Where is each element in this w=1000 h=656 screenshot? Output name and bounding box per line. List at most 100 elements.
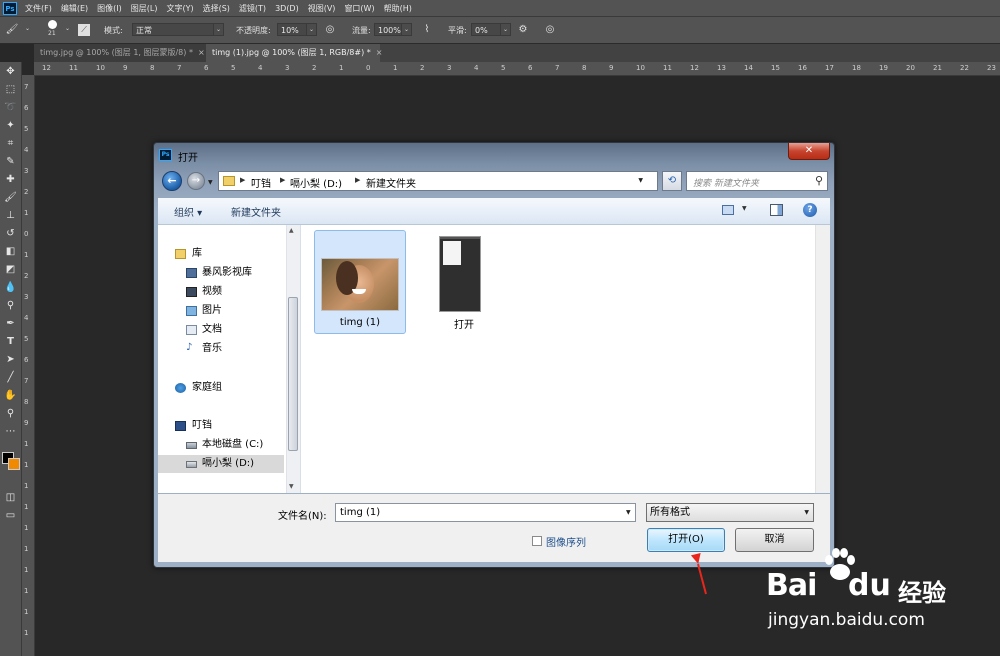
menu-type[interactable]: 文字(Y) bbox=[166, 3, 193, 14]
menu-layer[interactable]: 图层(L) bbox=[131, 3, 158, 14]
tab-timg[interactable]: timg.jpg @ 100% (图层 1, 图层蒙版/8) * × bbox=[34, 44, 206, 62]
view-dropdown-icon[interactable]: ▼ bbox=[742, 205, 747, 212]
back-arrow-icon[interactable]: ← bbox=[162, 171, 182, 191]
pressure-opacity-icon[interactable]: ◎ bbox=[323, 23, 337, 37]
marquee-tool-icon[interactable]: ⬚ bbox=[2, 82, 19, 98]
pen-tool-icon[interactable]: ✒ bbox=[2, 316, 19, 332]
close-icon[interactable]: × bbox=[198, 48, 205, 57]
flow-dropdown-icon[interactable]: ⌄ bbox=[401, 23, 412, 36]
opacity-dropdown-icon[interactable]: ⌄ bbox=[306, 23, 317, 36]
zoom-tool-icon[interactable]: ⚲ bbox=[2, 406, 19, 422]
menu-edit[interactable]: 编辑(E) bbox=[61, 3, 88, 14]
menu-filter[interactable]: 滤镜(T) bbox=[239, 3, 266, 14]
vertical-ruler[interactable]: 7 6 5 4 3 2 1 0 1 2 3 4 5 6 7 8 9 1 1 1 1 1 1 1 1 1 1 bbox=[22, 75, 35, 656]
nav-item-homegroup[interactable]: 家庭组 bbox=[158, 379, 284, 397]
eraser-tool-icon[interactable]: ◧ bbox=[2, 244, 19, 260]
path-selection-tool-icon[interactable]: ➤ bbox=[2, 352, 19, 368]
eyedropper-tool-icon[interactable]: ✎ bbox=[2, 154, 19, 170]
file-item-timg-1[interactable]: timg (1) bbox=[314, 230, 406, 334]
image-sequence-label[interactable]: 图像序列 bbox=[546, 534, 586, 549]
ruler-tick-label: 8 bbox=[24, 398, 29, 406]
preview-pane-icon[interactable] bbox=[770, 204, 783, 216]
nav-item-library[interactable]: 库 bbox=[158, 245, 284, 263]
type-tool-icon[interactable]: T bbox=[2, 334, 19, 350]
brush-preview-icon[interactable] bbox=[48, 20, 57, 29]
breadcrumb-new-folder[interactable]: 新建文件夹 bbox=[366, 175, 416, 190]
address-bar[interactable]: ▶ 叮铛 ▶ 嗝小梨 (D:) ▶ 新建文件夹 ▼ bbox=[218, 171, 658, 191]
nav-item-computer[interactable]: 叮铛 bbox=[158, 417, 284, 435]
smoothing-dropdown-icon[interactable]: ⌄ bbox=[500, 23, 511, 36]
refresh-button[interactable]: ⟲ bbox=[662, 171, 682, 191]
brush-tool-icon[interactable]: 🖌 bbox=[2, 190, 19, 206]
clone-stamp-tool-icon[interactable]: ⊥ bbox=[2, 208, 19, 224]
help-icon[interactable]: ? bbox=[803, 203, 817, 217]
nav-item-drive-d[interactable]: 嗝小梨 (D:) bbox=[158, 455, 284, 473]
hand-tool-icon[interactable]: ✋ bbox=[2, 388, 19, 404]
search-icon[interactable]: ⚲ bbox=[815, 174, 823, 187]
screen-mode-icon[interactable]: ▭ bbox=[2, 508, 19, 524]
navigation-scroll-thumb[interactable] bbox=[288, 297, 298, 451]
breadcrumb-drive-d[interactable]: 嗝小梨 (D:) bbox=[290, 175, 342, 190]
healing-brush-tool-icon[interactable]: ✚ bbox=[2, 172, 19, 188]
history-brush-tool-icon[interactable]: ↺ bbox=[2, 226, 19, 242]
navigation-scrollbar[interactable]: ▲ ▼ bbox=[286, 225, 300, 493]
menu-image[interactable]: 图像(I) bbox=[97, 3, 122, 14]
menu-select[interactable]: 选择(S) bbox=[203, 3, 230, 14]
brush-tool-icon[interactable]: 🖌 bbox=[5, 23, 19, 37]
menu-help[interactable]: 帮助(H) bbox=[384, 3, 412, 14]
nav-item-documents[interactable]: 文档 bbox=[158, 321, 284, 339]
paint-bucket-tool-icon[interactable]: ◩ bbox=[2, 262, 19, 278]
scroll-down-icon[interactable]: ▼ bbox=[289, 483, 294, 490]
lasso-tool-icon[interactable]: ➰ bbox=[2, 100, 19, 116]
close-icon[interactable]: × bbox=[376, 48, 383, 57]
brush-panel-icon[interactable]: ⟋ bbox=[78, 24, 90, 36]
filename-input[interactable]: timg (1) bbox=[335, 503, 636, 522]
address-dropdown-icon[interactable]: ▼ bbox=[638, 177, 643, 184]
breadcrumb-chevron-icon[interactable]: ▶ bbox=[280, 176, 285, 184]
filetype-select[interactable]: 所有格式 ▼ bbox=[646, 503, 814, 522]
nav-item-video-library[interactable]: 暴风影视库 bbox=[158, 264, 284, 282]
forward-arrow-icon[interactable]: → bbox=[187, 172, 205, 190]
tool-preset-dropdown[interactable]: ⌄ bbox=[22, 23, 33, 36]
organize-button[interactable]: 组织 ▾ bbox=[174, 204, 202, 219]
breadcrumb-chevron-icon[interactable]: ▶ bbox=[240, 176, 245, 184]
breadcrumb-chevron-icon[interactable]: ▶ bbox=[355, 176, 360, 184]
more-tools-icon[interactable]: ⋯ bbox=[2, 424, 19, 440]
menu-view[interactable]: 视图(V) bbox=[308, 3, 336, 14]
tab-timg-1[interactable]: timg (1).jpg @ 100% (图层 1, RGB/8#) * × bbox=[206, 44, 383, 62]
change-view-icon[interactable] bbox=[722, 205, 734, 215]
gear-icon[interactable]: ⚙ bbox=[516, 23, 530, 37]
pressure-size-icon[interactable]: ◎ bbox=[543, 23, 557, 37]
nav-item-video[interactable]: 视频 bbox=[158, 283, 284, 301]
search-input[interactable]: 搜索 新建文件夹 ⚲ bbox=[686, 171, 828, 191]
ruler-tick-label: 2 bbox=[312, 64, 317, 72]
scroll-up-icon[interactable]: ▲ bbox=[289, 227, 294, 234]
menu-file[interactable]: 文件(F) bbox=[25, 3, 52, 14]
dialog-close-button[interactable]: ✕ bbox=[788, 143, 830, 160]
mode-dropdown-icon[interactable]: ⌄ bbox=[213, 23, 224, 36]
background-color-swatch[interactable] bbox=[8, 458, 20, 470]
magic-wand-tool-icon[interactable]: ✦ bbox=[2, 118, 19, 134]
dodge-tool-icon[interactable]: ⚲ bbox=[2, 298, 19, 314]
airbrush-icon[interactable]: ⌇ bbox=[420, 23, 434, 37]
menu-3d[interactable]: 3D(D) bbox=[275, 4, 299, 13]
file-list-scrollbar[interactable] bbox=[815, 225, 830, 493]
menu-window[interactable]: 窗口(W) bbox=[344, 3, 374, 14]
filename-dropdown-icon[interactable]: ▼ bbox=[626, 509, 631, 516]
breadcrumb-computer[interactable]: 叮铛 bbox=[251, 175, 271, 190]
nav-item-pictures[interactable]: 图片 bbox=[158, 302, 284, 320]
new-folder-button[interactable]: 新建文件夹 bbox=[231, 204, 281, 219]
line-tool-icon[interactable]: ╱ bbox=[2, 370, 19, 386]
horizontal-ruler[interactable]: 12 11 10 9 8 7 6 5 4 3 2 1 0 1 2 3 4 5 6 7 8 9 10 11 12 13 14 15 16 1… bbox=[34, 62, 1000, 76]
nav-item-music[interactable]: ♪ 音乐 bbox=[158, 340, 284, 358]
blur-tool-icon[interactable]: 💧 bbox=[2, 280, 19, 296]
image-sequence-checkbox[interactable] bbox=[532, 536, 542, 546]
crop-tool-icon[interactable]: ⌗ bbox=[2, 136, 19, 152]
quick-mask-icon[interactable]: ◫ bbox=[2, 490, 19, 506]
recent-locations-dropdown[interactable]: ▼ bbox=[208, 179, 213, 186]
move-tool-icon[interactable]: ✥ bbox=[2, 64, 19, 80]
brush-picker-dropdown[interactable]: ⌄ bbox=[62, 23, 73, 36]
mode-select[interactable]: 正常 bbox=[132, 23, 224, 36]
nav-item-drive-c[interactable]: 本地磁盘 (C:) bbox=[158, 436, 284, 454]
file-item-screenshot[interactable]: 打开 bbox=[418, 230, 510, 334]
